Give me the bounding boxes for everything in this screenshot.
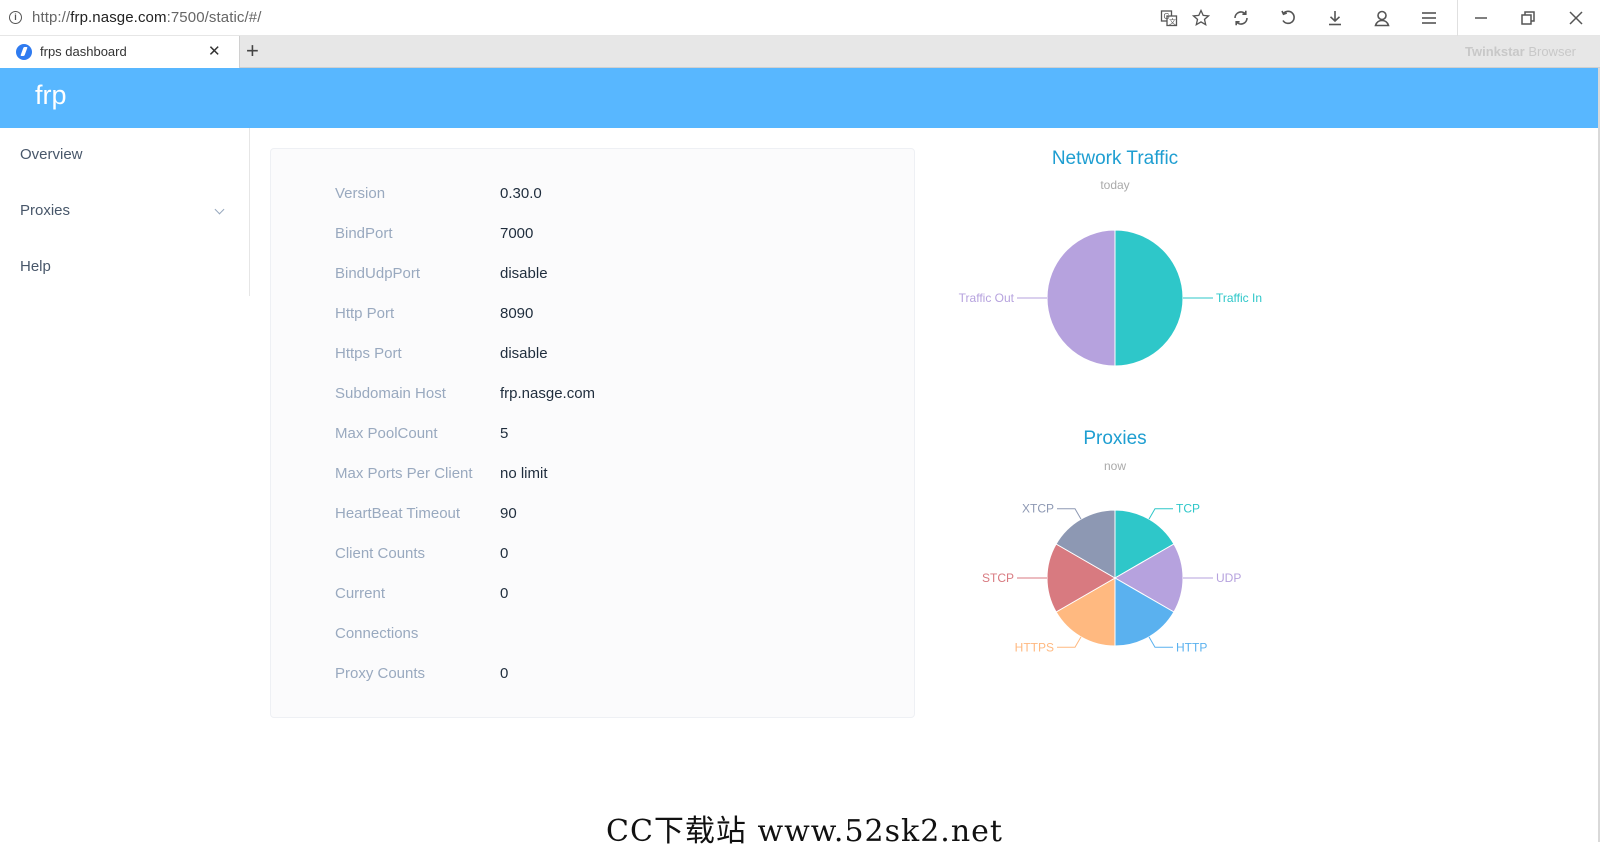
proxies-chart-subtitle: now [1103,459,1126,473]
close-tab-icon[interactable]: ✕ [208,42,221,60]
pie-label-http: HTTP [1176,640,1207,654]
traffic-chart-title: Network Traffic [1051,148,1179,169]
info-icon[interactable]: i [9,11,22,24]
tab-title: frps dashboard [40,44,127,59]
proxies-pie-chart: TCP UDP HTTP HTTPS STCP XTCP [982,502,1241,655]
sidebar-item-proxies[interactable]: Proxies [0,184,249,240]
window-controls-separator [1457,0,1458,36]
info-key: Http Port [335,305,395,322]
info-key: Current [335,585,386,602]
info-key: BindPort [335,225,393,242]
info-value: 90 [500,505,517,522]
url-path: :7500/static/#/ [166,9,262,26]
app-header: frp [0,68,1600,128]
info-key: HeartBeat Timeout [335,505,461,522]
traffic-chart-subtitle: today [1100,178,1130,192]
restore-icon[interactable] [1516,6,1540,30]
info-value: 0.30.0 [500,185,542,202]
chevron-down-icon [214,204,225,215]
sync-icon[interactable] [1229,6,1253,30]
info-value: disable [500,345,548,362]
traffic-pie-chart: Traffic In Traffic Out [959,229,1262,367]
info-value: 7000 [500,225,534,242]
tab-frps-dashboard[interactable]: frps dashboard ✕ [0,36,240,68]
info-key: Max PoolCount [335,425,438,442]
sidebar-item-overview[interactable]: Overview [0,128,249,184]
sidebar-item-label: Help [20,258,51,275]
info-key: Version [335,185,386,202]
info-key: Https Port [335,345,402,362]
pie-leader-tcp [1148,508,1173,520]
info-key: Subdomain Host [335,385,446,402]
info-key: Connections [335,625,419,642]
new-tab-button[interactable]: + [246,39,259,63]
sidebar-item-label: Proxies [20,202,71,219]
info-key: Max Ports Per Client [335,465,473,482]
sidebar-item-help[interactable]: Help [0,240,249,296]
pie-label-stcp: STCP [982,571,1014,585]
info-value: 8090 [500,305,534,322]
browser-brand: Twinkstar Browser [1465,44,1576,59]
sidebar: Overview Proxies Help [0,128,250,296]
pie-label-https: HTTPS [1015,640,1054,654]
menu-icon[interactable] [1417,6,1441,30]
info-key: Proxy Counts [335,665,426,682]
url-prefix: http:// [32,9,71,26]
undo-close-icon[interactable] [1276,6,1300,30]
url-field[interactable]: http://frp.nasge.com:7500/static/#/ [32,9,262,26]
proxies-chart-title: Proxies [1083,428,1147,449]
info-key: Client Counts [335,545,426,562]
address-bar: i http://frp.nasge.com:7500/static/#/ G文 [0,0,1600,36]
info-value: no limit [500,465,548,482]
pie-leader-https [1057,636,1082,648]
watermark: CC下载站 www.52sk2.net [606,814,1003,849]
sidebar-item-label: Overview [20,146,83,163]
info-value: 0 [500,585,509,602]
info-value: 0 [500,545,509,562]
brand-name: Twinkstar [1465,44,1525,59]
pie-leader-http [1148,636,1173,648]
pie-label-tcp: TCP [1176,502,1200,516]
server-info-card: Version 0.30.0 BindPort 7000 BindUdpPort di… [270,148,915,718]
info-value: 0 [500,665,509,682]
info-value: frp.nasge.com [500,385,596,402]
pie-slice-traffic-out[interactable] [1046,229,1116,367]
translate-icon[interactable]: G文 [1157,6,1181,30]
svg-text:文: 文 [1169,17,1176,26]
tab-strip: frps dashboard ✕ + Twinkstar Browser [0,36,1600,68]
brand-suffix: Browser [1524,44,1577,59]
info-key: BindUdpPort [335,265,421,282]
pie-label-xtcp: XTCP [1022,502,1054,516]
download-icon[interactable] [1323,6,1347,30]
pie-label-udp: UDP [1216,571,1241,585]
user-profile-icon[interactable] [1370,6,1394,30]
pie-label-traffic-out: Traffic Out [959,291,1015,305]
close-window-icon[interactable] [1564,6,1588,30]
frp-favicon-icon [16,44,32,60]
app-logo[interactable]: frp [35,80,67,111]
minimize-icon[interactable] [1469,6,1493,30]
pie-slice-traffic-in[interactable] [1114,229,1184,367]
info-value: disable [500,265,548,282]
url-host: frp.nasge.com [70,9,167,26]
bookmark-star-icon[interactable] [1189,6,1213,30]
info-value: 5 [500,425,509,442]
pie-leader-xtcp [1057,508,1082,520]
pie-label-traffic-in: Traffic In [1216,291,1262,305]
